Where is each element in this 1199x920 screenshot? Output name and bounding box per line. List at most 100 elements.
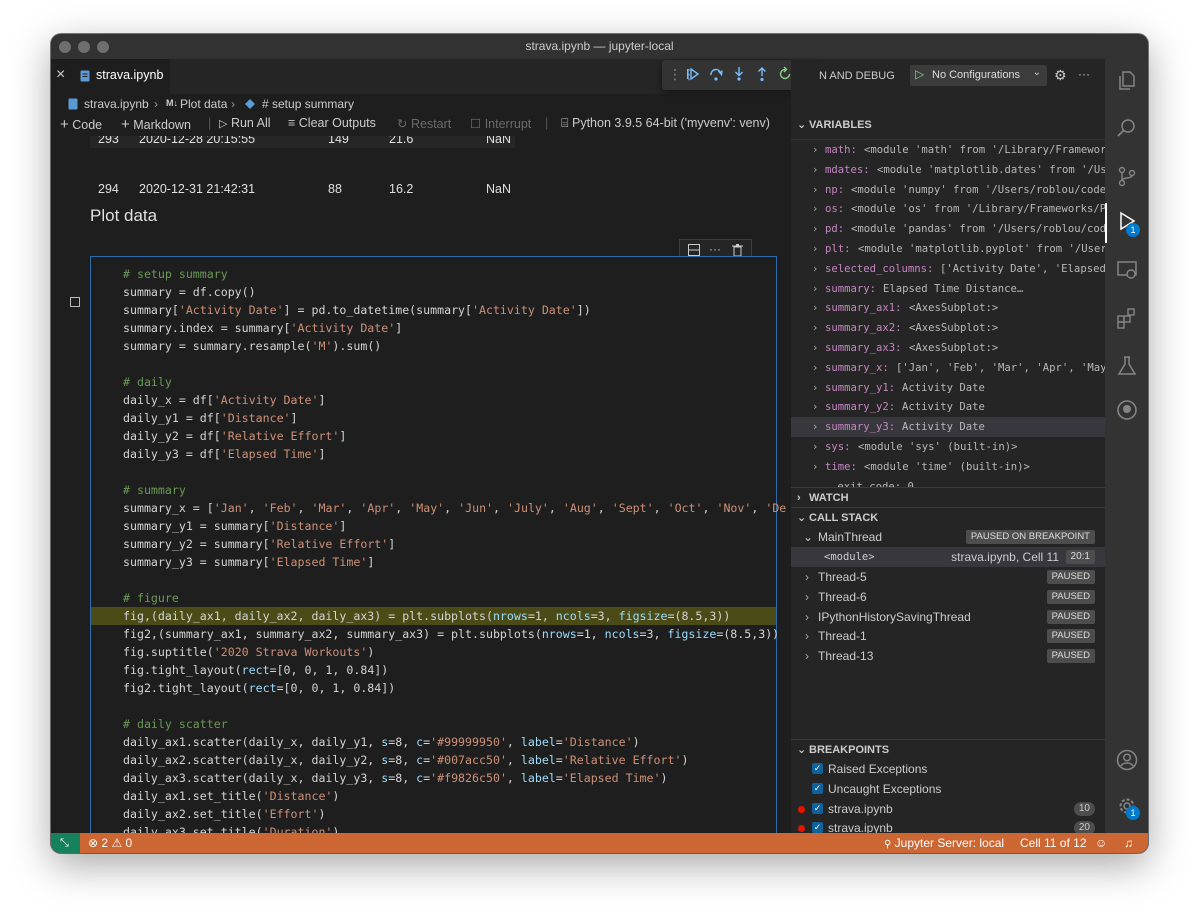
feedback-icon[interactable]: ☺ [1095,833,1107,853]
variables-section-header[interactable]: ⌄ VARIABLES [791,115,1105,135]
code-line[interactable]: summary_y1 = summary['Distance'] [91,517,776,535]
breakpoint-checkbox[interactable]: ✓ [812,763,823,774]
add-markdown-button[interactable]: + Markdown [121,116,191,133]
code-line[interactable]: fig2.tight_layout(rect=[0, 0, 1, 0.84]) [91,679,776,697]
callstack-thread[interactable]: › Thread-5 PAUSED [791,567,1105,587]
code-line[interactable]: # daily [91,373,776,391]
breadcrumb-cell[interactable]: # setup summary [262,97,354,111]
code-line[interactable]: summary.index = summary['Activity Date'] [91,319,776,337]
callstack-thread[interactable]: › IPythonHistorySavingThread PAUSED [791,607,1105,627]
breakpoints-section-header[interactable]: ⌄ BREAKPOINTS [791,739,1105,760]
code-line[interactable]: # setup summary [91,265,776,283]
breakpoint-item[interactable]: ✓ Uncaught Exceptions [791,779,1105,799]
variable-item[interactable]: › summary_y1: Activity Date [791,378,1105,398]
restart-kernel-button[interactable]: ↻ Restart [397,116,451,131]
remote-explorer-icon[interactable] [1116,259,1138,281]
code-line[interactable] [91,355,776,373]
code-line[interactable]: summary = df.copy() [91,283,776,301]
callstack-thread[interactable]: › Thread-13 PAUSED [791,646,1105,666]
jupyter-server-status[interactable]: ⚲ Jupyter Server: local [884,833,1004,853]
variable-item[interactable]: › summary: Elapsed Time Distance… [791,279,1105,299]
variable-item[interactable]: › np: <module 'numpy' from '/Users/roblou/… [791,180,1105,200]
code-line[interactable]: daily_ax3.scatter(daily_x, daily_y3, s=8… [91,769,776,787]
github-icon[interactable] [1116,399,1138,421]
breakpoint-checkbox[interactable]: ✓ [812,782,823,794]
breakpoint-checkbox[interactable]: ✓ [812,822,823,833]
variable-item[interactable]: › time: <module 'time' (built-in)> [791,457,1105,477]
drag-handle-icon[interactable]: ⋮⋮ [668,66,696,82]
source-control-icon[interactable] [1116,165,1138,187]
step-into-icon[interactable] [731,66,747,82]
step-over-icon[interactable] [708,66,724,82]
variable-item[interactable]: › summary_x: ['Jan', 'Feb', 'Mar', 'Apr', … [791,358,1105,378]
code-line[interactable]: # daily scatter [91,715,776,733]
launch-config-dropdown[interactable]: ▷ No Configurations ⌄ [910,65,1047,86]
step-out-icon[interactable] [754,66,770,82]
code-line[interactable]: fig2,(summary_ax1, summary_ax2, summary_… [91,625,779,643]
code-line[interactable]: daily_y1 = df['Distance'] [91,409,776,427]
continue-icon[interactable] [685,66,701,82]
testing-flask-icon[interactable] [1116,355,1138,377]
breadcrumb-file[interactable]: strava.ipynb [84,97,149,111]
callstack-thread[interactable]: › Thread-6 PAUSED [791,587,1105,607]
variable-item[interactable]: › math: <module 'math' from '/Library/Fram… [791,140,1105,160]
search-icon[interactable] [1116,117,1138,139]
variable-item[interactable]: › selected_columns: ['Activity Date', 'Ela… [791,259,1105,279]
code-line-paused[interactable]: fig,(daily_ax1, daily_ax2, daily_ax3) = … [91,607,776,625]
clear-outputs-button[interactable]: ≡ Clear Outputs [288,116,376,130]
code-line[interactable]: daily_ax2.set_title('Effort') [91,805,776,823]
code-line[interactable]: summary_y2 = summary['Relative Effort'] [91,535,776,553]
close-window-button[interactable] [59,41,71,53]
variable-item[interactable]: › sys: <module 'sys' (built-in)> [791,437,1105,457]
code-line[interactable]: # summary [91,481,776,499]
variable-item[interactable]: › mdates: <module 'matplotlib.dates' from … [791,160,1105,180]
code-line[interactable]: fig.suptitle('2020 Strava Workouts') [91,643,776,661]
breakpoint-item[interactable]: ✓ Raised Exceptions [791,759,1105,779]
explorer-icon[interactable] [1116,69,1138,91]
code-line[interactable]: summary = summary.resample('M').sum() [91,337,776,355]
code-line[interactable]: daily_ax2.scatter(daily_x, daily_y2, s=8… [91,751,776,769]
code-line[interactable] [91,697,776,715]
code-line[interactable]: daily_ax1.set_title('Distance') [91,787,776,805]
callstack-thread[interactable]: › Thread-1 PAUSED [791,626,1105,646]
code-line[interactable] [91,571,776,589]
code-editor[interactable]: # setup summary summary = df.copy() summar… [91,265,786,833]
account-icon[interactable] [1116,749,1138,771]
variable-item[interactable]: › summary_ax3: <AxesSubplot:> [791,338,1105,358]
code-line[interactable]: daily_ax3.set_title('Duration') [91,823,776,833]
variable-item[interactable]: › pd: <module 'pandas' from '/Users/roblou… [791,219,1105,239]
breadcrumb-section[interactable]: Plot data [180,97,227,111]
split-cell-icon[interactable] [688,244,700,256]
gear-icon[interactable]: ⚙ [1054,67,1067,84]
code-line[interactable]: summary_y3 = summary['Elapsed Time'] [91,553,776,571]
code-line[interactable]: daily_ax1.scatter(daily_x, daily_y1, s=8… [91,733,776,751]
breakpoint-item[interactable]: ✓ strava.ipynb 20 [791,818,1105,833]
callstack-section-header[interactable]: ⌄ CALL STACK [791,507,1105,528]
code-line[interactable]: summary_x = ['Jan', 'Feb', 'Mar', 'Apr',… [91,499,786,517]
code-cell[interactable]: # setup summary summary = df.copy() summar… [90,256,786,833]
code-line[interactable]: daily_y3 = df['Elapsed Time'] [91,445,776,463]
variable-item[interactable]: › summary_y3: Activity Date [791,417,1105,438]
callstack-frame[interactable]: <module> strava.ipynb, Cell 11 20:1 [791,547,1105,567]
kernel-picker[interactable]: ⌸ Python 3.9.5 64-bit ('myvenv': venv) [561,116,770,131]
code-line[interactable] [91,463,776,481]
breakpoint-checkbox[interactable]: ✓ [812,802,823,814]
settings-gear-icon[interactable]: 1 [1116,795,1140,820]
minimize-window-button[interactable] [78,41,90,53]
variable-item[interactable]: › plt: <module 'matplotlib.pyplot' from '/… [791,239,1105,259]
delete-cell-icon[interactable] [732,244,743,256]
variable-item[interactable]: › summary_ax2: <AxesSubplot:> [791,318,1105,338]
code-line[interactable]: # figure [91,589,776,607]
cell-indicator[interactable]: Cell 11 of 12 [1020,833,1087,853]
code-line[interactable]: fig.tight_layout(rect=[0, 0, 1, 0.84]) [91,661,776,679]
code-line[interactable]: daily_y2 = df['Relative Effort'] [91,427,776,445]
run-debug-icon[interactable]: 1 [1116,211,1140,237]
tab-strava-ipynb[interactable]: × strava.ipynb [51,59,170,94]
variable-item[interactable]: › summary_y2: Activity Date [791,397,1105,417]
more-actions-icon[interactable]: ··· [709,242,721,256]
code-line[interactable]: summary['Activity Date'] = pd.to_datetim… [91,301,776,319]
variable-item[interactable]: › os: <module 'os' from '/Library/Framewor… [791,199,1105,219]
variable-item[interactable]: › summary_ax1: <AxesSubplot:> [791,298,1105,318]
start-debug-icon[interactable]: ▷ [915,67,924,81]
interrupt-kernel-button[interactable]: ☐ Interrupt [470,116,531,131]
